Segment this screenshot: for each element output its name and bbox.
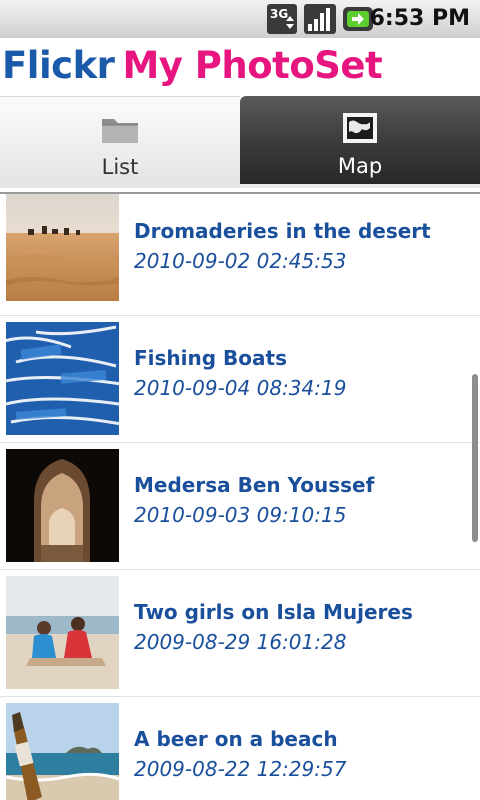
photo-title: A beer on a beach bbox=[134, 727, 338, 751]
folder-icon bbox=[102, 119, 138, 143]
app-title-bar: Flickr My PhotoSet bbox=[0, 38, 480, 96]
list-item[interactable]: Two girls on Isla Mujeres 2009-08-29 16:… bbox=[0, 569, 480, 697]
signal-bars-icon bbox=[304, 4, 336, 34]
list-item[interactable]: Medersa Ben Youssef 2010-09-03 09:10:15 bbox=[0, 442, 480, 570]
svg-text:3G: 3G bbox=[270, 7, 288, 21]
clock-time: 6:53 PM bbox=[369, 6, 470, 31]
list-item[interactable]: A beer on a beach 2009-08-22 12:29:57 bbox=[0, 696, 480, 800]
tab-map[interactable]: Map bbox=[240, 96, 480, 188]
photo-date: 2010-09-03 09:10:15 bbox=[134, 503, 347, 527]
photo-title: Fishing Boats bbox=[134, 346, 287, 370]
photo-thumbnail bbox=[6, 449, 119, 562]
app-title-brand: Flickr bbox=[2, 44, 115, 87]
photo-title: Medersa Ben Youssef bbox=[134, 473, 375, 497]
photo-date: 2009-08-22 12:29:57 bbox=[134, 757, 347, 781]
photo-date: 2009-08-29 16:01:28 bbox=[134, 630, 347, 654]
scrollbar[interactable] bbox=[472, 374, 478, 542]
photo-date: 2010-09-04 08:34:19 bbox=[134, 376, 347, 400]
status-bar: 3G 6:53 PM bbox=[0, 0, 480, 39]
photo-thumbnail bbox=[6, 703, 119, 800]
network-3g-icon: 3G bbox=[267, 4, 297, 34]
list-item[interactable]: Dromaderies in the desert 2010-09-02 02:… bbox=[0, 194, 480, 316]
tab-list[interactable]: List bbox=[0, 96, 240, 188]
tab-list-label: List bbox=[101, 155, 139, 179]
app-title-set: My PhotoSet bbox=[122, 44, 383, 87]
photo-thumbnail bbox=[6, 322, 119, 435]
photo-title: Two girls on Isla Mujeres bbox=[134, 600, 413, 624]
photo-list[interactable]: Dromaderies in the desert 2010-09-02 02:… bbox=[0, 194, 480, 800]
photo-date: 2010-09-02 02:45:53 bbox=[134, 249, 347, 273]
photo-thumbnail bbox=[6, 576, 119, 689]
photo-title: Dromaderies in the desert bbox=[134, 219, 431, 243]
app-title: Flickr My PhotoSet bbox=[2, 44, 383, 87]
tab-bar: List Map bbox=[0, 96, 480, 194]
photo-thumbnail bbox=[6, 194, 119, 301]
tab-map-label: Map bbox=[337, 154, 383, 178]
map-icon bbox=[343, 113, 377, 143]
list-item[interactable]: Fishing Boats 2010-09-04 08:34:19 bbox=[0, 315, 480, 443]
